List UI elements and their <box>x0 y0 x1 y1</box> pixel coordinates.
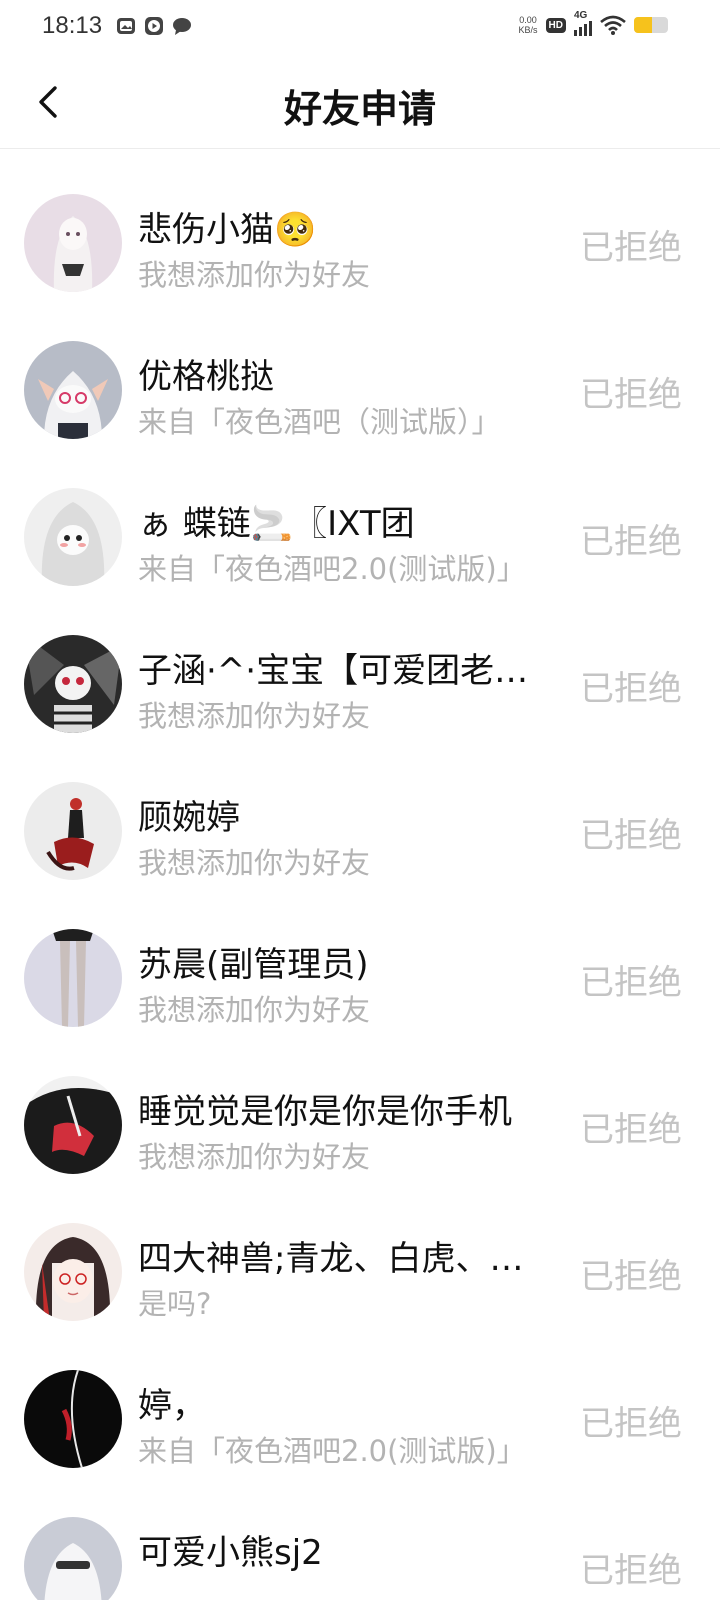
network-speed-unit: KB/s <box>518 25 538 35</box>
cellular-signal-icon: 4G <box>574 10 592 36</box>
status-rejected: 已拒绝 <box>580 1404 682 1444</box>
chat-bubble-icon <box>173 18 191 35</box>
avatar[interactable] <box>24 488 122 586</box>
friend-request-item[interactable]: 四大神兽;青龙、白虎、… 是吗? 已拒绝 <box>0 1199 720 1346</box>
friend-request-item[interactable]: 可爱小熊sj2 已拒绝 <box>0 1493 720 1600</box>
status-bar: 18:13 0.00 KB/s HD 4G <box>0 0 720 56</box>
network-speed-value: 0.00 <box>519 15 537 25</box>
status-rejected: 已拒绝 <box>580 1110 682 1150</box>
avatar[interactable] <box>24 1370 122 1468</box>
friend-request-item[interactable]: 顾婉婷 我想添加你为好友 已拒绝 <box>0 758 720 905</box>
request-message: 我想添加你为好友 <box>138 699 371 733</box>
requester-name: 子涵·^·宝宝【可爱团老… <box>138 651 529 691</box>
battery-icon <box>634 17 668 33</box>
requester-name: 优格桃挞 <box>138 357 274 397</box>
request-message: 来自「夜色酒吧2.0(测试版)」 <box>138 1434 526 1468</box>
status-rejected: 已拒绝 <box>580 522 682 562</box>
requester-name: 四大神兽;青龙、白虎、… <box>138 1239 524 1279</box>
friend-request-item[interactable]: 婷， 来自「夜色酒吧2.0(测试版)」 已拒绝 <box>0 1346 720 1493</box>
status-rejected: 已拒绝 <box>580 963 682 1003</box>
system-indicators: 0.00 KB/s HD 4G <box>519 10 668 36</box>
friend-request-item[interactable]: 优格桃挞 来自「夜色酒吧（测试版）」 已拒绝 <box>0 317 720 464</box>
avatar[interactable] <box>24 782 122 880</box>
hd-badge: HD <box>545 17 566 33</box>
notification-icons <box>116 16 192 36</box>
request-message: 是吗? <box>138 1287 212 1321</box>
status-rejected: 已拒绝 <box>580 816 682 856</box>
avatar[interactable] <box>24 635 122 733</box>
play-icon <box>145 17 163 35</box>
avatar[interactable] <box>24 194 122 292</box>
request-message: 来自「夜色酒吧2.0(测试版)」 <box>138 552 526 586</box>
avatar[interactable] <box>24 341 122 439</box>
requester-name: 婷， <box>138 1386 206 1426</box>
friend-request-list[interactable]: 悲伤小猫🥺 我想添加你为好友 已拒绝 优格桃挞 来自「夜色酒吧（测试版）」 已拒… <box>0 170 720 1600</box>
request-message: 我想添加你为好友 <box>138 1140 371 1174</box>
wifi-icon <box>600 15 626 35</box>
friend-request-item[interactable]: ぁ 蝶链🚬〖IXT团 来自「夜色酒吧2.0(测试版)」 已拒绝 <box>0 464 720 611</box>
page-title: 好友申请 <box>283 87 436 131</box>
gallery-icon <box>117 18 135 34</box>
status-rejected: 已拒绝 <box>580 1257 682 1297</box>
avatar[interactable] <box>24 1223 122 1321</box>
friend-request-item[interactable]: 子涵·^·宝宝【可爱团老… 我想添加你为好友 已拒绝 <box>0 611 720 758</box>
request-message: 来自「夜色酒吧（测试版）」 <box>138 405 501 439</box>
requester-name: ぁ 蝶链🚬〖IXT团 <box>138 504 415 544</box>
avatar[interactable] <box>24 1517 122 1600</box>
status-rejected: 已拒绝 <box>580 228 682 268</box>
friend-requests-screen: 18:13 0.00 KB/s HD 4G 好友申请 悲伤小猫🥺 我想添加你为好… <box>0 0 720 1600</box>
app-header: 好友申请 <box>0 56 720 149</box>
status-rejected: 已拒绝 <box>580 1551 682 1591</box>
avatar[interactable] <box>24 929 122 1027</box>
status-rejected: 已拒绝 <box>580 669 682 709</box>
request-message: 我想添加你为好友 <box>138 258 371 292</box>
requester-name: 苏晨(副管理员) <box>138 945 369 985</box>
requester-name: 顾婉婷 <box>138 798 240 838</box>
status-rejected: 已拒绝 <box>580 375 682 415</box>
status-time: 18:13 <box>42 12 103 39</box>
friend-request-item[interactable]: 睡觉觉是你是你是你手机 我想添加你为好友 已拒绝 <box>0 1052 720 1199</box>
request-message: 我想添加你为好友 <box>138 846 371 880</box>
avatar[interactable] <box>24 1076 122 1174</box>
requester-name: 悲伤小猫🥺 <box>138 210 317 250</box>
requester-name: 睡觉觉是你是你是你手机 <box>138 1092 512 1132</box>
friend-request-item[interactable]: 悲伤小猫🥺 我想添加你为好友 已拒绝 <box>0 170 720 317</box>
requester-name: 可爱小熊sj2 <box>138 1533 323 1573</box>
friend-request-item[interactable]: 苏晨(副管理员) 我想添加你为好友 已拒绝 <box>0 905 720 1052</box>
request-message: 我想添加你为好友 <box>138 993 371 1027</box>
network-speed: 0.00 KB/s <box>519 15 538 35</box>
network-type-label: 4G <box>574 10 588 21</box>
